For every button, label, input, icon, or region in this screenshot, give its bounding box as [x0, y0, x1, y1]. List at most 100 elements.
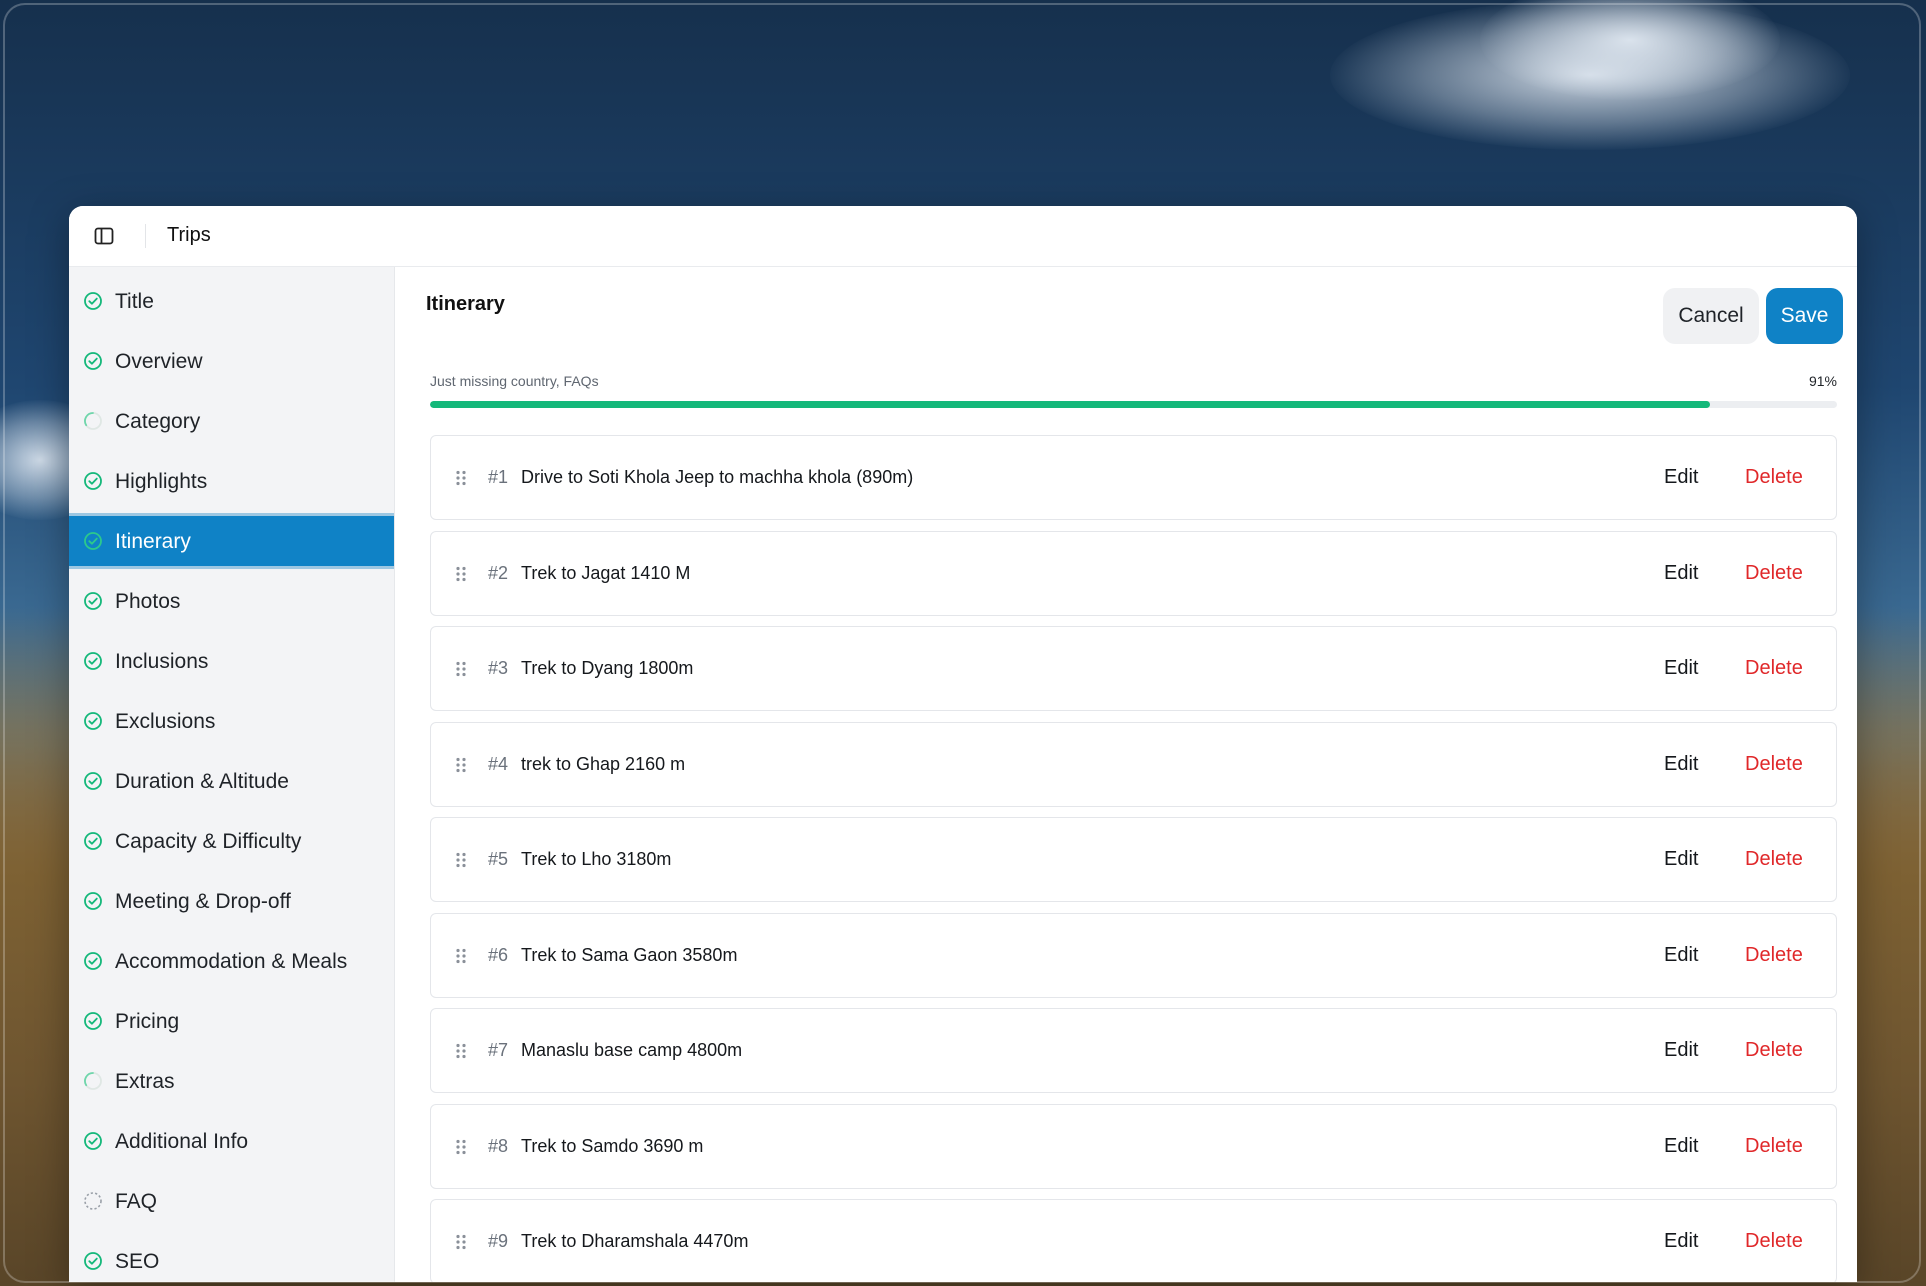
check-circle-icon — [83, 831, 103, 851]
progress-bar — [430, 401, 1837, 408]
sidebar-item-label: Category — [115, 410, 201, 433]
itinerary-day-number: #9 — [488, 1231, 509, 1251]
sidebar-item-duration-and-altitude[interactable]: Duration & Altitude — [69, 753, 394, 809]
itinerary-day-title: Trek to Sama Gaon 3580m — [521, 944, 738, 965]
itinerary-row[interactable]: #6 Trek to Sama Gaon 3580m Edit Delete — [430, 912, 1837, 998]
trips-editor-window: Trips Title Overview Category Highlights Iti… — [69, 206, 1857, 1282]
itinerary-day-number: #1 — [488, 467, 509, 487]
sidebar-toggle-icon[interactable] — [93, 225, 115, 247]
drag-handle-icon[interactable] — [455, 566, 467, 582]
itinerary-row[interactable]: #9 Trek to Dharamshala 4470m Edit Delete — [430, 1199, 1837, 1282]
sidebar-item-label: Duration & Altitude — [115, 770, 289, 793]
edit-button[interactable]: Edit — [1664, 657, 1698, 680]
sidebar-item-label: Meeting & Drop-off — [115, 890, 291, 913]
page-title: Itinerary — [426, 293, 505, 315]
title-bar: Trips — [69, 206, 1857, 267]
sidebar-item-label: Highlights — [115, 470, 208, 493]
drag-handle-icon[interactable] — [455, 1043, 467, 1059]
itinerary-day-title: Trek to Dharamshala 4470m — [521, 1231, 749, 1251]
delete-button[interactable]: Delete — [1745, 1039, 1803, 1062]
delete-button[interactable]: Delete — [1745, 562, 1803, 585]
sidebar-item-pricing[interactable]: Pricing — [69, 993, 394, 1049]
section-sidebar: Title Overview Category Highlights Itinerary… — [69, 267, 395, 1282]
edit-button[interactable]: Edit — [1664, 848, 1698, 871]
delete-button[interactable]: Delete — [1745, 466, 1803, 489]
delete-button[interactable]: Delete — [1745, 657, 1803, 680]
delete-button[interactable]: Delete — [1745, 753, 1803, 776]
itinerary-day-title: Drive to Soti Khola Jeep to machha khola… — [521, 467, 914, 487]
progress-status-text: Just missing country, FAQs — [430, 373, 599, 389]
delete-button[interactable]: Delete — [1745, 1135, 1803, 1158]
main-panel: Itinerary Cancel Save Just missing count… — [395, 267, 1857, 1282]
sidebar-item-itinerary[interactable]: Itinerary — [69, 513, 394, 569]
sidebar-item-label: Inclusions — [115, 650, 209, 673]
check-circle-icon — [83, 351, 103, 371]
sidebar-item-accommodation-and-meals[interactable]: Accommodation & Meals — [69, 933, 394, 989]
progress-percent: 91% — [1808, 373, 1837, 389]
itinerary-row[interactable]: #2 Trek to Jagat 1410 M Edit Delete — [430, 530, 1837, 616]
check-circle-icon — [83, 891, 103, 911]
sidebar-item-label: Capacity & Difficulty — [115, 830, 302, 853]
itinerary-day-title: Trek to Lho 3180m — [521, 849, 672, 869]
sidebar-item-faq[interactable]: FAQ — [69, 1173, 394, 1229]
drag-handle-icon[interactable] — [455, 661, 467, 677]
sidebar-item-capacity-and-difficulty[interactable]: Capacity & Difficulty — [69, 813, 394, 869]
drag-handle-icon[interactable] — [455, 470, 467, 486]
drag-handle-icon[interactable] — [455, 757, 467, 773]
edit-button[interactable]: Edit — [1664, 1039, 1698, 1062]
edit-button[interactable]: Edit — [1664, 1230, 1698, 1253]
check-circle-icon — [83, 531, 103, 551]
delete-button[interactable]: Delete — [1745, 1230, 1803, 1253]
itinerary-row[interactable]: #1 Drive to Soti Khola Jeep to machha kho… — [430, 435, 1837, 520]
sidebar-item-inclusions[interactable]: Inclusions — [69, 633, 394, 689]
sidebar-item-highlights[interactable]: Highlights — [69, 453, 394, 509]
save-button[interactable]: Save — [1766, 288, 1843, 344]
itinerary-row[interactable]: #4 trek to Ghap 2160 m Edit Delete — [430, 721, 1837, 807]
sidebar-item-exclusions[interactable]: Exclusions — [69, 693, 394, 749]
sidebar-item-overview[interactable]: Overview — [69, 333, 394, 389]
edit-button[interactable]: Edit — [1664, 466, 1698, 489]
itinerary-row[interactable]: #7 Manaslu base camp 4800m Edit Delete — [430, 1008, 1837, 1093]
sidebar-item-title[interactable]: Title — [69, 273, 394, 329]
drag-handle-icon[interactable] — [455, 1139, 467, 1155]
sidebar-item-additional-info[interactable]: Additional Info — [69, 1113, 394, 1169]
drag-handle-icon[interactable] — [455, 1234, 467, 1250]
partial-circle-icon — [83, 411, 103, 431]
check-circle-icon — [83, 771, 103, 791]
check-circle-icon — [83, 1251, 103, 1271]
sidebar-item-seo[interactable]: SEO — [69, 1233, 394, 1282]
drag-handle-icon[interactable] — [455, 852, 467, 868]
edit-button[interactable]: Edit — [1664, 753, 1698, 776]
sidebar-item-label: Exclusions — [115, 710, 216, 733]
itinerary-row[interactable]: #5 Trek to Lho 3180m Edit Delete — [430, 817, 1837, 902]
itinerary-day-title: Trek to Jagat 1410 M — [521, 562, 691, 583]
sidebar-item-label: Title — [115, 290, 154, 313]
sidebar-item-photos[interactable]: Photos — [69, 573, 394, 629]
check-circle-icon — [83, 591, 103, 611]
itinerary-row[interactable]: #3 Trek to Dyang 1800m Edit Delete — [430, 626, 1837, 711]
itinerary-day-number: #4 — [488, 753, 509, 774]
itinerary-day-number: #5 — [488, 849, 509, 869]
delete-button[interactable]: Delete — [1745, 944, 1803, 967]
sidebar-item-meeting-and-drop-off[interactable]: Meeting & Drop-off — [69, 873, 394, 929]
itinerary-day-number: #3 — [488, 658, 509, 678]
itinerary-day-number: #8 — [488, 1135, 509, 1156]
window-title: Trips — [167, 224, 211, 246]
partial-circle-icon — [83, 1071, 103, 1091]
sidebar-item-label: Extras — [115, 1070, 175, 1093]
check-circle-icon — [83, 1131, 103, 1151]
sidebar-item-extras[interactable]: Extras — [69, 1053, 394, 1109]
delete-button[interactable]: Delete — [1745, 848, 1803, 871]
sidebar-item-label: Accommodation & Meals — [115, 950, 348, 973]
sidebar-item-label: Additional Info — [115, 1130, 249, 1153]
drag-handle-icon[interactable] — [455, 948, 467, 964]
edit-button[interactable]: Edit — [1664, 562, 1698, 585]
cancel-button[interactable]: Cancel — [1663, 288, 1759, 344]
sidebar-item-category[interactable]: Category — [69, 393, 394, 449]
edit-button[interactable]: Edit — [1664, 1135, 1698, 1158]
itinerary-row[interactable]: #8 Trek to Samdo 3690 m Edit Delete — [430, 1103, 1837, 1189]
sidebar-item-label: Overview — [115, 350, 203, 373]
dashed-circle-icon — [83, 1191, 103, 1211]
edit-button[interactable]: Edit — [1664, 944, 1698, 967]
check-circle-icon — [83, 291, 103, 311]
